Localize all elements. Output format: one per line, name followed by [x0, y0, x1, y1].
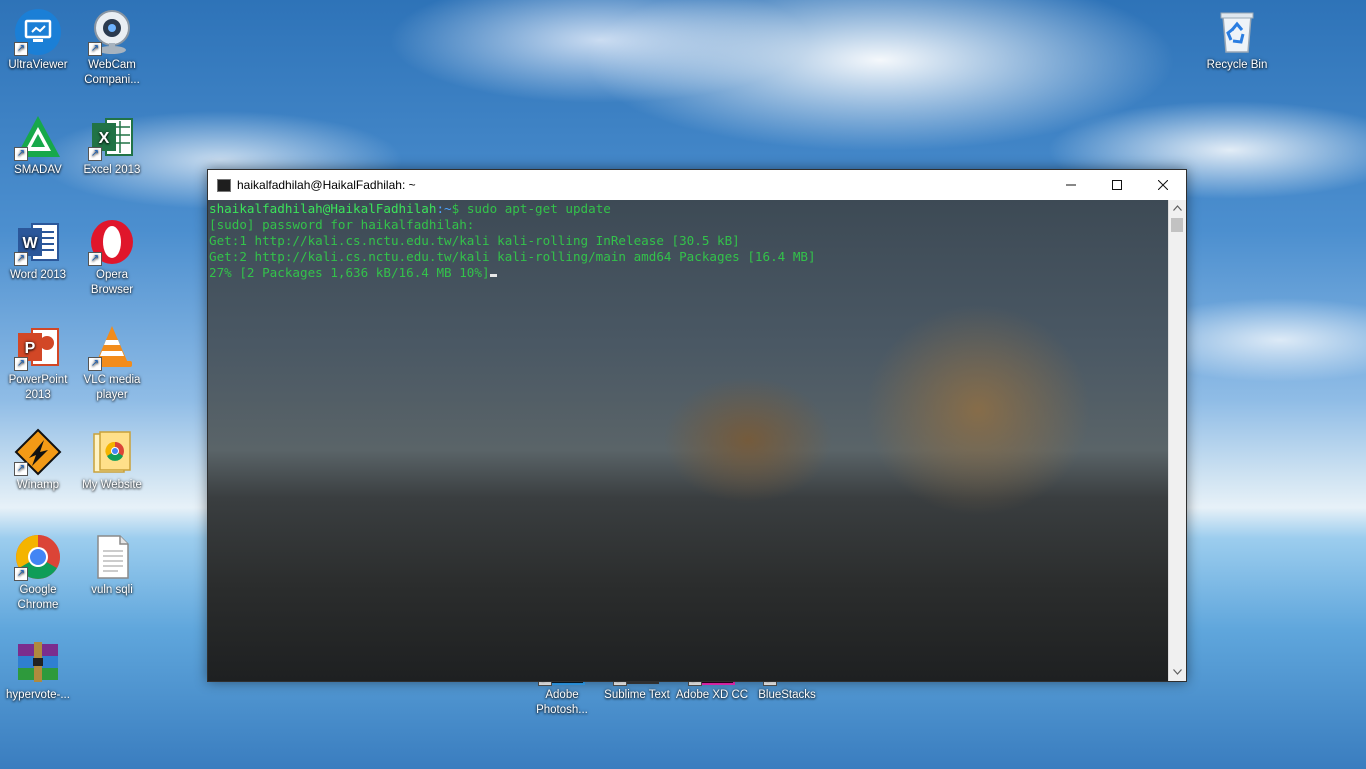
- desktop-icon-label: Opera Browser: [90, 269, 134, 296]
- desktop-icon-my-website[interactable]: My Website: [74, 428, 150, 493]
- desktop-icon-excel[interactable]: X ↗ Excel 2013: [74, 113, 150, 178]
- desktop-icon-label: Adobe Photosh...: [536, 689, 588, 716]
- shortcut-arrow-icon: ↗: [14, 252, 28, 266]
- shortcut-arrow-icon: ↗: [14, 357, 28, 371]
- terminal-window[interactable]: haikalfadhilah@HaikalFadhilah: ~ shaikal…: [207, 169, 1187, 682]
- desktop-icon-label: VLC media player: [83, 374, 141, 401]
- title-bar[interactable]: haikalfadhilah@HaikalFadhilah: ~: [208, 170, 1186, 200]
- desktop-icon-ultraviewer[interactable]: ↗ UltraViewer: [0, 8, 76, 73]
- maximize-icon: [1112, 180, 1122, 190]
- terminal-output: shaikalfadhilah@HaikalFadhilah:~$ sudo a…: [208, 200, 816, 281]
- window-title: haikalfadhilah@HaikalFadhilah: ~: [237, 178, 416, 192]
- terminal-content[interactable]: shaikalfadhilah@HaikalFadhilah:~$ sudo a…: [208, 200, 1169, 681]
- desktop-icon-word[interactable]: W ↗ Word 2013: [0, 218, 76, 283]
- desktop-icon-label: Recycle Bin: [1206, 59, 1268, 71]
- svg-text:P: P: [25, 340, 36, 357]
- desktop-icon-label: SMADAV: [14, 164, 62, 176]
- shortcut-arrow-icon: ↗: [14, 42, 28, 56]
- desktop-icon-smadav[interactable]: ↗ SMADAV: [0, 113, 76, 178]
- shortcut-arrow-icon: ↗: [88, 252, 102, 266]
- desktop-icon-vlc[interactable]: ↗ VLC media player: [74, 323, 150, 403]
- desktop-icon-label: vuln sqli: [91, 584, 133, 596]
- desktop-icon-label: Adobe XD CC: [675, 689, 749, 701]
- desktop-icon-label: Excel 2013: [83, 164, 141, 176]
- desktop-icon-recycle-bin[interactable]: Recycle Bin: [1199, 8, 1275, 73]
- output-line: 27% [2 Packages 1,636 kB/16.4 MB 10%]: [209, 265, 490, 280]
- prompt-path: :~: [436, 201, 452, 216]
- shortcut-arrow-icon: ↗: [88, 357, 102, 371]
- desktop-icon-vuln-sqli[interactable]: vuln sqli: [74, 533, 150, 598]
- close-button[interactable]: [1140, 170, 1186, 200]
- maximize-button[interactable]: [1094, 170, 1140, 200]
- desktop-icon-label: Google Chrome: [17, 584, 59, 611]
- desktop-icon-hypervote[interactable]: hypervote-...: [0, 638, 76, 703]
- recycle-bin-icon: [1220, 12, 1254, 53]
- close-icon: [1157, 179, 1169, 191]
- desktop-icon-label: UltraViewer: [8, 59, 68, 71]
- desktop-icon-winamp[interactable]: ↗ Winamp: [0, 428, 76, 493]
- minimize-button[interactable]: [1048, 170, 1094, 200]
- shortcut-arrow-icon: ↗: [14, 147, 28, 161]
- output-line: Get:1 http://kali.cs.nctu.edu.tw/kali ka…: [209, 233, 740, 248]
- scroll-down-button[interactable]: [1169, 664, 1186, 681]
- vertical-scrollbar[interactable]: [1168, 200, 1186, 681]
- text-cursor: [489, 274, 497, 277]
- desktop-icon-label: PowerPoint 2013: [8, 374, 68, 401]
- desktop-icon-label: Winamp: [16, 479, 60, 491]
- chrome-folder-icon: [93, 431, 131, 473]
- scrollbar-thumb[interactable]: [1171, 218, 1183, 232]
- shortcut-arrow-icon: ↗: [14, 462, 28, 476]
- terminal-icon: [217, 179, 231, 192]
- shortcut-arrow-icon: ↗: [88, 42, 102, 56]
- minimize-icon: [1066, 184, 1076, 186]
- svg-text:W: W: [22, 235, 38, 252]
- desktop-icon-label: Word 2013: [9, 269, 67, 281]
- chevron-down-icon: [1173, 669, 1182, 675]
- desktop-icon-label: hypervote-...: [6, 689, 70, 701]
- desktop-icon-google-chrome[interactable]: ↗ Google Chrome: [0, 533, 76, 613]
- scroll-up-button[interactable]: [1169, 200, 1186, 217]
- desktop-icon-powerpoint[interactable]: P ↗ PowerPoint 2013: [0, 323, 76, 403]
- desktop-icon-label: My Website: [82, 479, 142, 491]
- desktop: ↗ UltraViewer ↗ SMADAV W ↗ Word 2013 P ↗…: [0, 0, 1366, 769]
- desktop-icon-webcam[interactable]: ↗ WebCam Compani...: [74, 8, 150, 88]
- desktop-icon-label: WebCam Compani...: [84, 59, 140, 86]
- command-text: sudo apt-get update: [459, 201, 611, 216]
- desktop-icon-label: Sublime Text: [604, 689, 670, 701]
- desktop-icon-label: BlueStacks: [758, 689, 816, 701]
- chevron-up-icon: [1173, 205, 1182, 211]
- shortcut-arrow-icon: ↗: [88, 147, 102, 161]
- prompt-user: shaikalfadhilah@HaikalFadhilah: [209, 201, 437, 216]
- desktop-icon-opera[interactable]: ↗ Opera Browser: [74, 218, 150, 298]
- document-icon: [97, 535, 129, 579]
- output-line: Get:2 http://kali.cs.nctu.edu.tw/kali ka…: [209, 249, 816, 264]
- shortcut-arrow-icon: ↗: [14, 567, 28, 581]
- output-line: [sudo] password for haikalfadhilah:: [209, 217, 475, 232]
- svg-text:X: X: [99, 130, 110, 147]
- winrar-icon: [18, 642, 58, 682]
